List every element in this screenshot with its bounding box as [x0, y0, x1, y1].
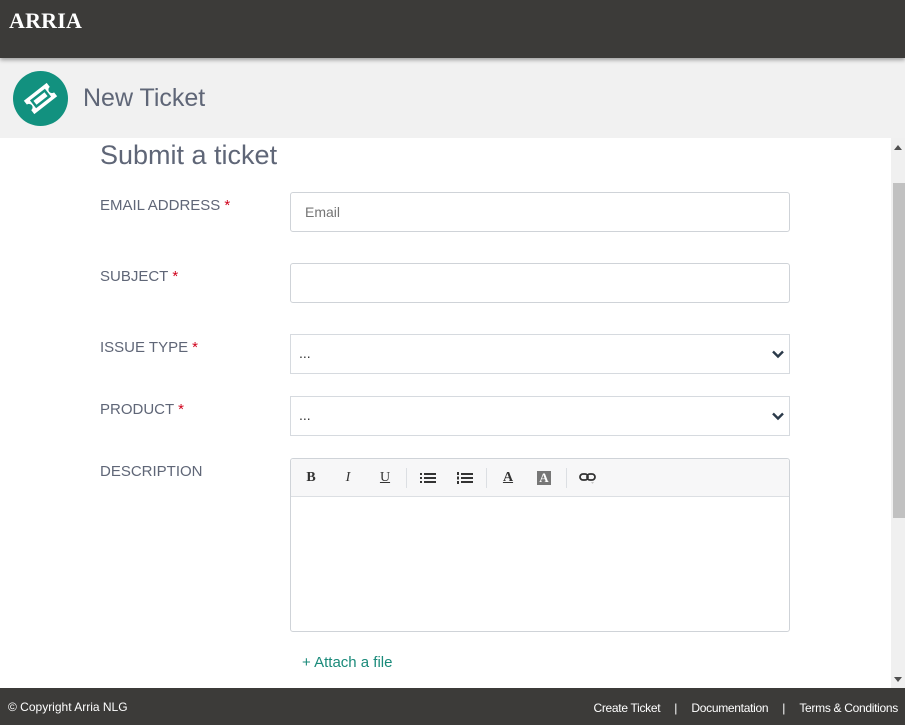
description-label: DESCRIPTION [100, 463, 203, 480]
editor-toolbar: B I U A A [291, 459, 789, 497]
footer-separator: | [782, 701, 786, 715]
product-select[interactable]: ... [290, 396, 790, 436]
page-scrollbar[interactable] [891, 138, 905, 688]
subject-label: SUBJECT * [100, 268, 178, 285]
bullet-list-button[interactable] [416, 468, 440, 488]
toolbar-divider [486, 468, 487, 488]
issue-type-value: ... [299, 345, 311, 361]
required-marker: * [192, 339, 198, 356]
footer-link-terms[interactable]: Terms & Conditions [799, 701, 898, 715]
toolbar-divider [406, 468, 407, 488]
chevron-down-icon [772, 412, 784, 421]
chevron-down-icon [772, 350, 784, 359]
description-textarea[interactable] [291, 497, 789, 631]
issue-type-label-text: ISSUE TYPE [100, 339, 189, 356]
product-label-text: PRODUCT [100, 401, 175, 418]
footer-separator: | [674, 701, 678, 715]
numbered-list-icon [457, 472, 473, 484]
subject-label-text: SUBJECT [100, 268, 169, 285]
subject-input[interactable] [290, 263, 790, 303]
italic-button[interactable]: I [336, 468, 360, 488]
copyright-text: © Copyright Arria NLG [8, 700, 128, 714]
email-label-text: EMAIL ADDRESS [100, 197, 221, 214]
page-title: New Ticket [83, 84, 206, 112]
attach-file-link[interactable]: + Attach a file [302, 654, 392, 671]
scroll-down-arrow-icon[interactable] [894, 677, 902, 682]
footer-link-documentation[interactable]: Documentation [691, 701, 768, 715]
scrollbar-thumb[interactable] [893, 183, 905, 518]
ticket-icon [13, 71, 68, 126]
toolbar-divider [566, 468, 567, 488]
email-input[interactable] [290, 192, 790, 232]
description-editor: B I U A A [290, 458, 790, 632]
required-marker: * [172, 268, 179, 285]
underline-button[interactable]: U [373, 468, 397, 488]
font-color-button[interactable]: A [496, 468, 520, 488]
link-icon [579, 473, 596, 484]
bullet-list-icon [420, 473, 436, 483]
background-color-button[interactable]: A [532, 468, 556, 488]
background-color-icon: A [537, 471, 551, 485]
footer-links: Create Ticket | Documentation | Terms & … [593, 701, 898, 715]
numbered-list-button[interactable] [453, 468, 477, 488]
page-header: New Ticket [0, 58, 905, 138]
email-label: EMAIL ADDRESS * [100, 197, 230, 214]
product-label: PRODUCT * [100, 401, 184, 418]
top-navbar: ARRIA [0, 0, 905, 58]
bold-button[interactable]: B [299, 468, 323, 488]
required-marker: * [178, 401, 185, 418]
footer: © Copyright Arria NLG Create Ticket | Do… [0, 688, 905, 725]
required-marker: * [224, 197, 231, 214]
product-value: ... [299, 407, 311, 423]
footer-link-create-ticket[interactable]: Create Ticket [593, 701, 660, 715]
scroll-up-arrow-icon[interactable] [894, 145, 902, 150]
issue-type-label: ISSUE TYPE * [100, 339, 198, 356]
link-button[interactable] [576, 468, 600, 488]
form-title: Submit a ticket [100, 140, 278, 170]
issue-type-select[interactable]: ... [290, 334, 790, 374]
arria-logo[interactable]: ARRIA [9, 8, 82, 34]
ticket-form: Submit a ticket EMAIL ADDRESS* SUBJECT* … [0, 138, 891, 688]
